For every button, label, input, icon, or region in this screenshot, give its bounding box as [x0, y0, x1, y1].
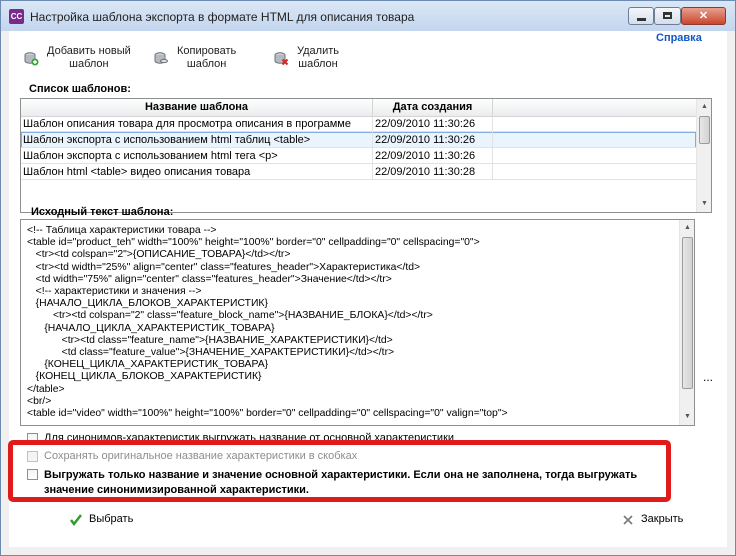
source-line: {НАЧАЛО_ЦИКЛА_ХАРАКТЕРИСТИК_ТОВАРА} — [27, 322, 275, 334]
table-cell-name: Шаблон экспорта с использованием html та… — [21, 132, 373, 148]
source-line: <tr><td class="feature_name">{НАЗВАНИЕ_Х… — [27, 334, 393, 346]
table-cell-empty — [493, 148, 696, 164]
copy-template-button[interactable]: Копировать шаблон — [153, 43, 245, 73]
table-cell-date: 22/09/2010 11:30:26 — [373, 148, 493, 164]
template-source-text[interactable]: <!-- Таблица характеристики товара --> <t… — [27, 225, 677, 425]
minimize-button[interactable] — [628, 7, 654, 25]
templates-scrollbar[interactable]: ▲ ▼ — [696, 99, 711, 212]
table-cell-date: 22/09/2010 11:30:26 — [373, 132, 493, 148]
templates-table-header: Название шаблона Дата создания — [21, 99, 696, 117]
help-link[interactable]: Справка — [656, 32, 702, 44]
copy-template-icon — [154, 52, 168, 64]
table-row[interactable]: Шаблон html <table> видео описания товар… — [21, 164, 696, 180]
table-row[interactable]: Шаблон экспорта с использованием html те… — [21, 148, 696, 164]
close-door-icon — [623, 515, 633, 525]
table-cell-empty — [493, 132, 696, 148]
table-row-selected[interactable]: Шаблон экспорта с использованием html та… — [21, 132, 696, 148]
scroll-thumb[interactable] — [699, 116, 710, 144]
source-line: <td class="feature_value">{ЗНАЧЕНИЕ_ХАРА… — [27, 347, 395, 359]
source-line: <!-- Таблица характеристики товара --> — [27, 225, 217, 236]
add-template-icon — [24, 52, 39, 66]
source-line: <tr><td width="25%" align="center" class… — [27, 261, 421, 273]
table-cell-name: Шаблон html <table> видео описания товар… — [21, 164, 373, 180]
scroll-thumb[interactable] — [682, 237, 693, 389]
source-line: <!-- характеристики и значения --> — [27, 286, 202, 298]
maximize-button[interactable] — [654, 7, 681, 25]
templates-list-label: Список шаблонов: — [29, 83, 131, 95]
table-row[interactable]: Шаблон описания товара для просмотра опи… — [21, 116, 696, 132]
close-button[interactable]: Закрыть — [621, 510, 701, 532]
source-line: </table> — [27, 383, 65, 395]
source-line: {КОНЕЦ_ЦИКЛА_БЛОКОВ_ХАРАКТЕРИСТИК} — [27, 371, 262, 383]
source-line: <table id="video" width="100%" height="1… — [27, 408, 508, 420]
source-line: {КОНЕЦ_ЦИКЛА_ХАРАКТЕРИСТИК_ТОВАРА} — [27, 359, 269, 371]
scroll-up-icon[interactable]: ▲ — [697, 99, 711, 115]
close-window-button[interactable]: ✕ — [681, 7, 726, 25]
title-bar[interactable]: CC Настройка шаблона экспорта в формате … — [1, 1, 735, 31]
source-line: <tr><td colspan="2" class="feature_block… — [27, 310, 433, 322]
scroll-down-icon[interactable]: ▼ — [697, 196, 711, 212]
source-text-label: Исходный текст шаблона: — [31, 206, 174, 218]
maximize-icon — [663, 12, 672, 19]
delete-template-button[interactable]: Удалить шаблон — [273, 43, 353, 73]
source-scrollbar[interactable]: ▲ ▼ — [679, 220, 694, 425]
source-line: <table id="product_teh" width="100%" hei… — [27, 237, 480, 249]
source-line: <br/> — [27, 395, 52, 407]
source-line: <td width="75%" align="center" class="fe… — [27, 273, 392, 285]
select-button-label: Выбрать — [89, 513, 134, 525]
scroll-up-icon[interactable]: ▲ — [680, 220, 694, 236]
close-icon: ✕ — [698, 10, 709, 22]
copy-template-label: Копировать шаблон — [177, 45, 237, 70]
delete-template-label: Удалить шаблон — [297, 45, 339, 70]
templates-table[interactable]: Название шаблона Дата создания Шаблон оп… — [20, 98, 712, 213]
column-header-date[interactable]: Дата создания — [373, 99, 493, 116]
close-button-label: Закрыть — [641, 513, 684, 525]
source-line: <tr><td colspan="2">{ОПИСАНИЕ_ТОВАРА}</t… — [27, 249, 291, 261]
window-title: Настройка шаблона экспорта в формате HTM… — [30, 10, 415, 24]
scroll-down-icon[interactable]: ▼ — [680, 409, 694, 425]
column-header-name[interactable]: Название шаблона — [21, 99, 373, 116]
template-source-editor[interactable]: <!-- Таблица характеристики товара --> <t… — [20, 219, 695, 426]
table-cell-name: Шаблон экспорта с использованием html те… — [21, 148, 373, 164]
delete-template-icon — [274, 52, 289, 66]
source-line: {НАЧАЛО_ЦИКЛА_БЛОКОВ_ХАРАКТЕРИСТИК} — [27, 298, 268, 310]
table-cell-empty — [493, 116, 696, 132]
table-cell-empty — [493, 164, 696, 180]
minimize-icon — [637, 18, 646, 21]
export-template-window: CC Настройка шаблона экспорта в формате … — [0, 0, 736, 556]
ellipsis-button[interactable]: ... — [703, 370, 713, 384]
highlight-frame — [8, 440, 671, 502]
app-icon: CC — [9, 9, 24, 24]
table-cell-date: 22/09/2010 11:30:28 — [373, 164, 493, 180]
table-cell-name: Шаблон описания товара для просмотра опи… — [21, 116, 373, 132]
add-template-label: Добавить новый шаблон — [47, 45, 131, 70]
add-template-button[interactable]: Добавить новый шаблон — [23, 43, 135, 73]
check-icon — [70, 514, 82, 527]
select-button[interactable]: Выбрать — [69, 510, 149, 532]
table-cell-date: 22/09/2010 11:30:26 — [373, 116, 493, 132]
